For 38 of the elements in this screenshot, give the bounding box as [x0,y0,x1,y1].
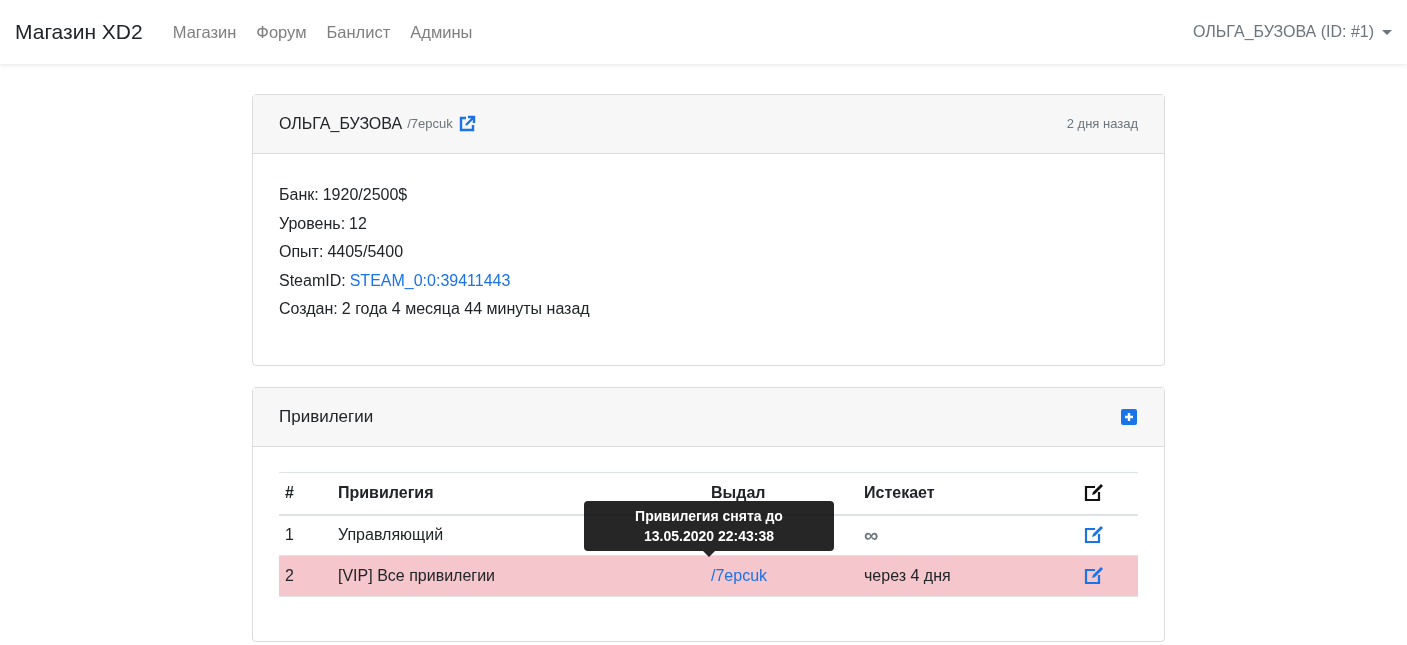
nav-link[interactable]: Магазин [172,19,237,45]
field-value: 4405/5400 [327,242,404,262]
field-value: 12 [349,213,367,234]
edit-icon[interactable] [1084,567,1104,585]
nav-link[interactable]: Админы [410,19,473,45]
field-label: SteamID: [279,270,346,291]
issuer-link[interactable]: /7epcuk [711,567,768,584]
table-cell: 1 [285,526,294,544]
column-header: Истекает [864,484,935,502]
field-value: 2 года 4 месяца 44 минуты назад [341,299,590,319]
user-name: ОЛЬГА_БУЗОВА [279,114,403,134]
nav-link[interactable]: Форум [256,19,307,45]
profile-link[interactable]: /7epcuk [407,114,453,134]
timestamp: 2 дня назад [1066,115,1138,134]
field-value: 1920/2500$ [322,185,408,205]
table-cell: 2 [285,567,294,584]
brand-link[interactable]: Магазин XD2 [15,16,143,48]
column-header: Привилегия [338,484,434,502]
field-label: Создан: [279,299,338,319]
nav-link[interactable]: Банлист [326,19,391,45]
add-icon[interactable] [1121,409,1137,425]
steam-id-link[interactable]: STEAM_0:0:39411443 [349,266,511,295]
external-link-icon[interactable] [457,115,476,133]
infinity-symbol: ∞ [864,524,879,547]
field-label: Уровень: [279,213,346,234]
caret-icon [1382,29,1392,35]
field-label: Опыт: [279,242,324,262]
edit-icon[interactable] [1084,526,1104,545]
table-cell: через 4 дня [864,567,951,584]
table-cell: [VIP] Все привилегии [338,567,496,584]
column-header: Выдал [711,484,766,502]
user-menu[interactable]: ОЛЬГА_БУЗОВА (ID: #1) [1193,20,1392,44]
column-header: # [285,484,294,502]
card-title: Привилегии [279,406,374,429]
tooltip-text: Привилегия снята до 13.05.2020 22:43:38 [635,507,783,546]
table-cell: Управляющий [338,526,444,544]
field-label: Банк: [279,185,319,205]
edit-icon [1084,484,1104,503]
